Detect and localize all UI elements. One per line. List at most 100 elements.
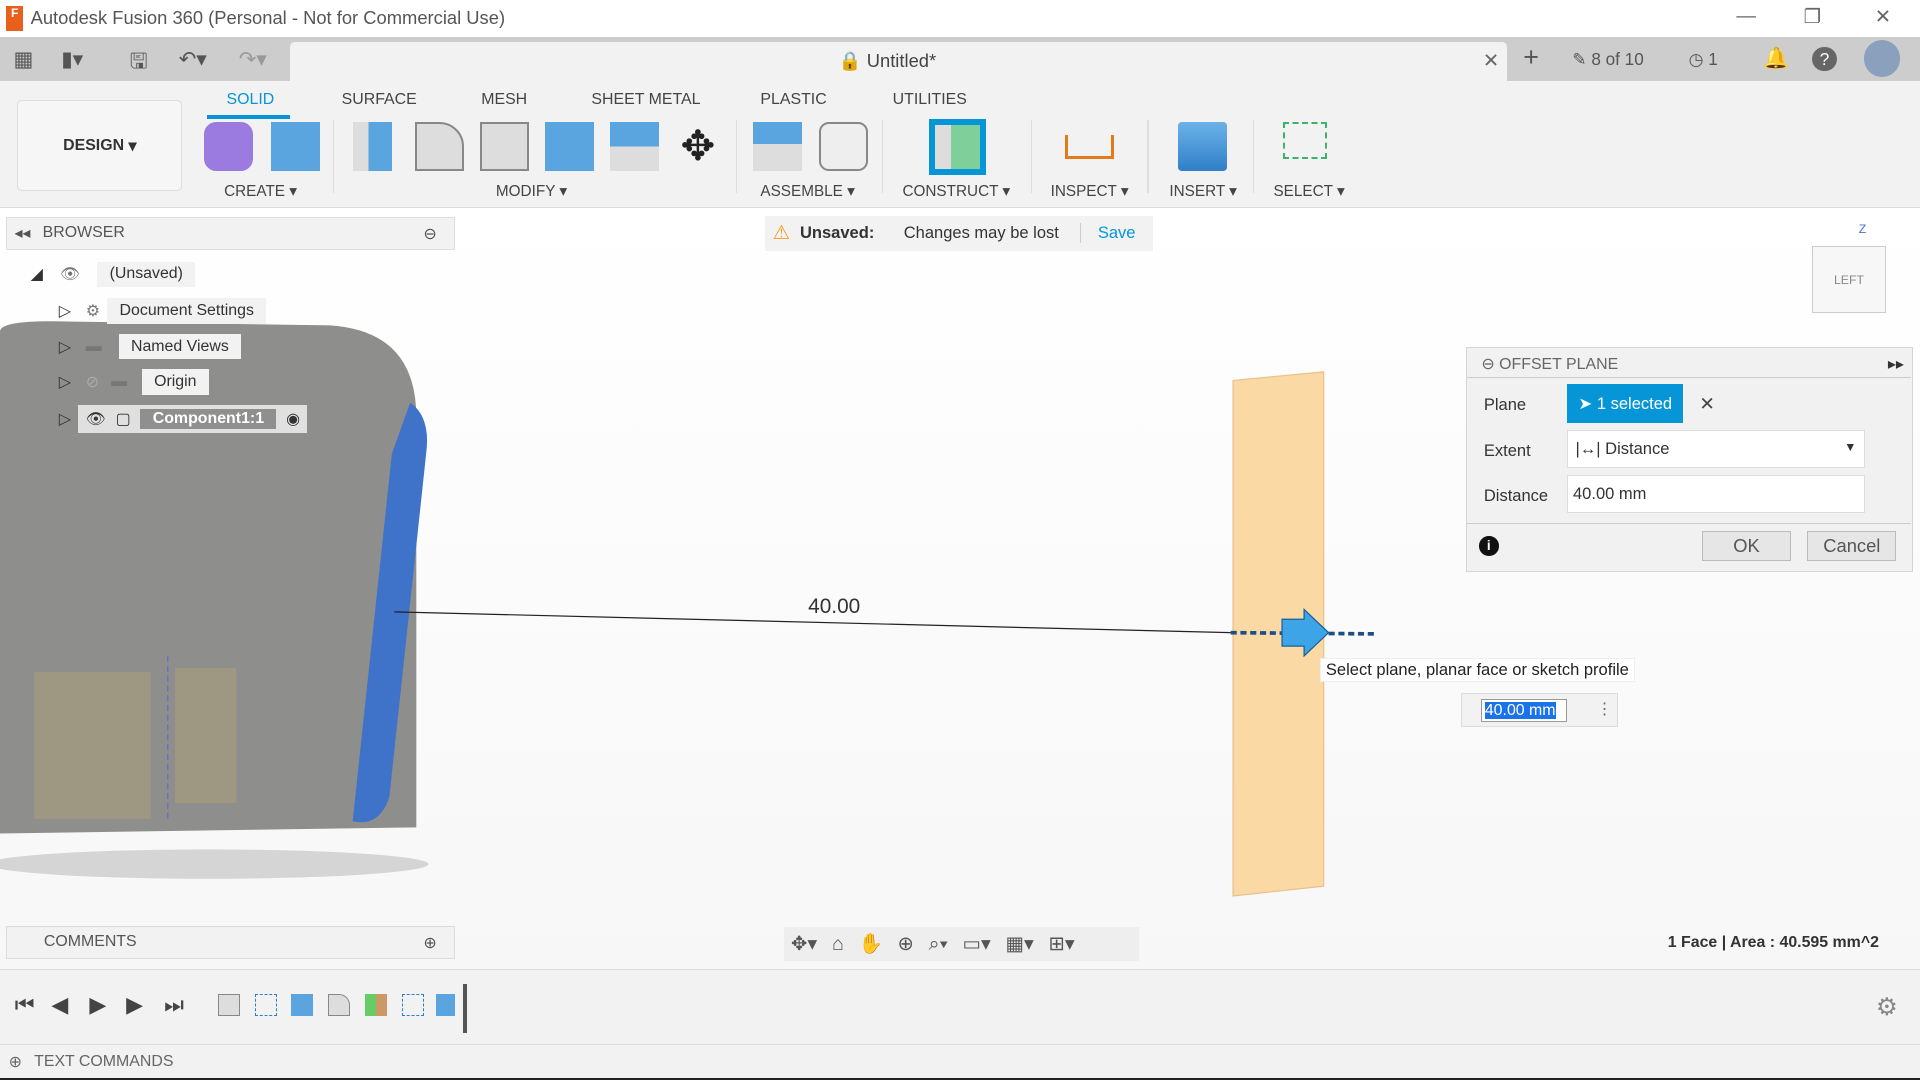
tab-sheet-metal[interactable]: SHEET METAL [591, 91, 700, 109]
tree-item-document-settings[interactable]: ▷ ⚙ Document Settings [59, 296, 267, 325]
go-to-end-icon[interactable]: ⏭ [164, 992, 184, 1018]
timeline-extrude-icon[interactable] [291, 994, 314, 1017]
extent-dropdown[interactable]: |↔| Distance ▼ [1567, 429, 1865, 468]
undo-icon[interactable]: ↶▾ [179, 47, 207, 72]
new-component-assemble-icon[interactable] [753, 122, 803, 172]
tree-item-named-views[interactable]: ▷ ▬ Named Views [59, 332, 242, 361]
timeline-component-icon[interactable] [217, 994, 240, 1017]
expand-triangle-icon[interactable]: ▷ [59, 337, 71, 357]
browser-toggle-icon[interactable]: ⊖ [423, 224, 436, 244]
zoom-icon[interactable]: ⊕ [898, 932, 914, 956]
file-menu-icon[interactable]: ▮▾ [61, 47, 83, 72]
press-pull-icon[interactable] [352, 122, 392, 172]
expand-triangle-icon[interactable]: ▷ [59, 301, 71, 321]
extrude-icon[interactable] [270, 122, 320, 172]
cancel-button[interactable]: Cancel [1807, 531, 1897, 561]
timeline-sketch-icon[interactable] [254, 994, 277, 1017]
dialog-header[interactable]: ⊖ OFFSET PLANE ▸▸ [1466, 348, 1912, 379]
save-link[interactable]: Save [1079, 223, 1135, 244]
inline-distance-input[interactable]: 40.00 mm [1481, 698, 1568, 723]
visibility-eye-icon[interactable]: 👁 [86, 409, 106, 429]
collapse-triangle-icon[interactable]: ◢ [31, 264, 43, 284]
offset-face-icon[interactable] [609, 122, 659, 172]
comments-panel[interactable]: COMMENTS ⊕ [6, 925, 456, 959]
go-to-start-icon[interactable]: ⏮ [15, 992, 35, 1018]
hidden-eye-icon[interactable]: ⊘ [86, 372, 99, 392]
timeline-extrude-icon[interactable] [435, 994, 456, 1017]
move-icon[interactable]: ✥ [673, 122, 722, 171]
activate-radio-icon[interactable]: ◉ [286, 409, 300, 429]
help-icon[interactable]: ? [1812, 46, 1837, 71]
group-assemble[interactable]: ASSEMBLE ▾ [760, 182, 854, 201]
3d-viewport[interactable]: 40.00 Select plane, planar face or sketc… [0, 209, 1920, 969]
clear-selection-icon[interactable]: ✕ [1699, 393, 1714, 415]
save-icon[interactable]: 🖫 [130, 47, 148, 82]
tree-item-origin[interactable]: ▷ ⊘ ▬ Origin [59, 367, 209, 396]
job-status[interactable]: ◷ 1 [1689, 49, 1718, 70]
look-at-icon[interactable]: ⌂ [832, 933, 844, 956]
select-window-icon[interactable] [1283, 122, 1328, 160]
distance-input[interactable]: 40.00 mm [1567, 474, 1865, 513]
group-construct[interactable]: CONSTRUCT ▾ [902, 182, 1010, 201]
step-forward-icon[interactable]: ▶ [126, 992, 143, 1018]
joint-icon[interactable] [819, 122, 869, 172]
timeline-sketch-icon[interactable] [401, 994, 424, 1017]
grid-icon[interactable]: ▦▾ [1006, 932, 1034, 956]
notification-bell-icon[interactable]: 🔔 [1763, 47, 1789, 71]
viewports-icon[interactable]: ⊞▾ [1049, 932, 1075, 956]
document-tab[interactable]: 🔒 Untitled* ✕ [290, 41, 1508, 81]
add-comment-icon[interactable]: ⊕ [423, 933, 436, 953]
browser-panel-header[interactable]: ◂◂ BROWSER ⊖ [6, 216, 456, 250]
group-modify[interactable]: MODIFY ▾ [496, 182, 567, 201]
timeline-settings-gear-icon[interactable]: ⚙ [1876, 992, 1898, 1022]
jobs-indicator[interactable]: ✎ 8 of 10 [1572, 49, 1643, 70]
expand-triangle-icon[interactable]: ▷ [59, 409, 71, 429]
redo-icon[interactable]: ↷▾ [239, 47, 267, 72]
fit-icon[interactable]: ⌕▾ [929, 933, 948, 956]
close-tab-icon[interactable]: ✕ [1483, 49, 1499, 73]
play-icon[interactable]: ▶ [89, 992, 106, 1018]
apps-grid-icon[interactable]: ▦ [13, 47, 33, 72]
close-window-icon[interactable]: ✕ [1875, 5, 1891, 29]
step-back-icon[interactable]: ◀ [51, 992, 68, 1018]
text-commands-bar[interactable]: ⊕ TEXT COMMANDS [0, 1044, 1920, 1078]
tree-item-root[interactable]: ◢ 👁 (Unsaved) [31, 260, 196, 289]
offset-plane-icon[interactable] [929, 118, 986, 176]
tab-solid[interactable]: SOLID [227, 91, 275, 109]
timeline-plane-icon[interactable] [364, 994, 387, 1017]
user-avatar[interactable] [1863, 40, 1901, 78]
expand-text-commands-icon[interactable]: ⊕ [9, 1052, 22, 1072]
shell-icon[interactable] [480, 122, 529, 172]
pan-hand-icon[interactable]: ✋ [858, 932, 882, 956]
insert-image-icon[interactable] [1177, 122, 1227, 172]
timeline-fillet-icon[interactable] [328, 994, 351, 1017]
visibility-eye-icon[interactable]: 👁 [60, 264, 80, 284]
group-insert[interactable]: INSERT ▾ [1169, 182, 1236, 201]
workspace-switcher[interactable]: DESIGN ▾ [17, 100, 183, 191]
tree-item-component[interactable]: ▷ 👁 ▢ Component1:1 ◉ [59, 404, 308, 433]
group-create[interactable]: CREATE ▾ [224, 182, 297, 201]
orbit-icon[interactable]: ✥▾ [791, 932, 817, 956]
measure-icon[interactable] [1065, 134, 1115, 160]
tab-plastic[interactable]: PLASTIC [760, 91, 826, 109]
collapse-browser-icon[interactable]: ◂◂ [14, 223, 30, 243]
collapse-dialog-icon[interactable]: ⊖ [1481, 356, 1494, 373]
new-tab-icon[interactable]: + [1523, 42, 1539, 73]
viewcube[interactable]: LEFT [1812, 246, 1886, 314]
tab-mesh[interactable]: MESH [481, 91, 527, 109]
info-icon[interactable]: i [1478, 536, 1499, 556]
display-settings-icon[interactable]: ▭▾ [963, 932, 991, 956]
fillet-icon[interactable] [415, 122, 465, 172]
ok-button[interactable]: OK [1701, 531, 1792, 561]
combine-icon[interactable] [544, 122, 594, 172]
expand-triangle-icon[interactable]: ▷ [59, 372, 71, 392]
plane-selection-button[interactable]: ➤ 1 selected [1567, 384, 1684, 424]
tab-utilities[interactable]: UTILITIES [893, 91, 967, 109]
restore-icon[interactable]: ❐ [1804, 5, 1822, 29]
minimize-icon[interactable]: — [1736, 5, 1756, 28]
more-options-icon[interactable]: ⋮ [1597, 699, 1613, 719]
tab-surface[interactable]: SURFACE [342, 91, 417, 109]
new-component-icon[interactable] [204, 122, 254, 172]
timeline-marker[interactable] [462, 984, 467, 1034]
group-select[interactable]: SELECT ▾ [1273, 182, 1344, 201]
